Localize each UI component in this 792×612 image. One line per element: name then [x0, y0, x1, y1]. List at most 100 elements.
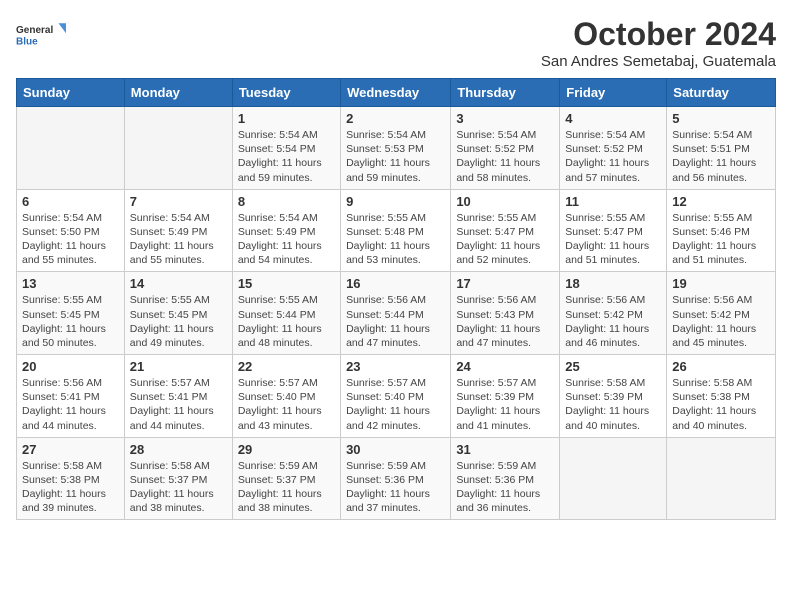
sunrise-text: Sunrise: 5:59 AM [456, 459, 554, 473]
daylight-text: Daylight: 11 hours and 44 minutes. [22, 404, 119, 432]
sunset-text: Sunset: 5:49 PM [130, 225, 227, 239]
sunrise-text: Sunrise: 5:59 AM [346, 459, 445, 473]
daylight-text: Daylight: 11 hours and 51 minutes. [565, 239, 661, 267]
sunrise-text: Sunrise: 5:54 AM [672, 128, 770, 142]
title-block: October 2024 San Andres Semetabaj, Guate… [541, 16, 776, 70]
daylight-text: Daylight: 11 hours and 39 minutes. [22, 487, 119, 515]
day-number: 13 [22, 276, 119, 291]
day-number: 6 [22, 194, 119, 209]
sunset-text: Sunset: 5:38 PM [672, 390, 770, 404]
day-number: 18 [565, 276, 661, 291]
cell-content: Sunrise: 5:54 AM Sunset: 5:52 PM Dayligh… [456, 128, 554, 185]
sunset-text: Sunset: 5:38 PM [22, 473, 119, 487]
cell-content: Sunrise: 5:55 AM Sunset: 5:44 PM Dayligh… [238, 293, 335, 350]
day-number: 16 [346, 276, 445, 291]
calendar-week-row: 13 Sunrise: 5:55 AM Sunset: 5:45 PM Dayl… [17, 272, 776, 355]
sunrise-text: Sunrise: 5:55 AM [672, 211, 770, 225]
sunrise-text: Sunrise: 5:54 AM [238, 128, 335, 142]
day-number: 29 [238, 442, 335, 457]
sunrise-text: Sunrise: 5:59 AM [238, 459, 335, 473]
calendar-week-row: 6 Sunrise: 5:54 AM Sunset: 5:50 PM Dayli… [17, 189, 776, 272]
day-number: 28 [130, 442, 227, 457]
sunset-text: Sunset: 5:44 PM [346, 308, 445, 322]
day-number: 24 [456, 359, 554, 374]
cell-content: Sunrise: 5:55 AM Sunset: 5:47 PM Dayligh… [565, 211, 661, 268]
sunset-text: Sunset: 5:48 PM [346, 225, 445, 239]
calendar-cell: 5 Sunrise: 5:54 AM Sunset: 5:51 PM Dayli… [667, 107, 776, 190]
day-number: 9 [346, 194, 445, 209]
day-number: 15 [238, 276, 335, 291]
cell-content: Sunrise: 5:54 AM Sunset: 5:50 PM Dayligh… [22, 211, 119, 268]
sunset-text: Sunset: 5:37 PM [238, 473, 335, 487]
day-number: 22 [238, 359, 335, 374]
col-friday: Friday [560, 79, 667, 107]
cell-content: Sunrise: 5:57 AM Sunset: 5:39 PM Dayligh… [456, 376, 554, 433]
sunset-text: Sunset: 5:50 PM [22, 225, 119, 239]
sunrise-text: Sunrise: 5:54 AM [238, 211, 335, 225]
cell-content: Sunrise: 5:54 AM Sunset: 5:54 PM Dayligh… [238, 128, 335, 185]
sunrise-text: Sunrise: 5:55 AM [130, 293, 227, 307]
day-number: 2 [346, 111, 445, 126]
sunset-text: Sunset: 5:49 PM [238, 225, 335, 239]
daylight-text: Daylight: 11 hours and 53 minutes. [346, 239, 445, 267]
col-sunday: Sunday [17, 79, 125, 107]
sunset-text: Sunset: 5:52 PM [565, 142, 661, 156]
day-number: 3 [456, 111, 554, 126]
calendar-cell: 30 Sunrise: 5:59 AM Sunset: 5:36 PM Dayl… [341, 437, 451, 520]
sunrise-text: Sunrise: 5:56 AM [22, 376, 119, 390]
calendar-cell: 13 Sunrise: 5:55 AM Sunset: 5:45 PM Dayl… [17, 272, 125, 355]
daylight-text: Daylight: 11 hours and 51 minutes. [672, 239, 770, 267]
calendar-cell: 20 Sunrise: 5:56 AM Sunset: 5:41 PM Dayl… [17, 355, 125, 438]
day-number: 10 [456, 194, 554, 209]
daylight-text: Daylight: 11 hours and 59 minutes. [238, 156, 335, 184]
day-number: 1 [238, 111, 335, 126]
cell-content: Sunrise: 5:54 AM Sunset: 5:49 PM Dayligh… [130, 211, 227, 268]
day-number: 5 [672, 111, 770, 126]
day-number: 30 [346, 442, 445, 457]
calendar-cell: 15 Sunrise: 5:55 AM Sunset: 5:44 PM Dayl… [232, 272, 340, 355]
daylight-text: Daylight: 11 hours and 47 minutes. [456, 322, 554, 350]
day-number: 19 [672, 276, 770, 291]
calendar-cell: 22 Sunrise: 5:57 AM Sunset: 5:40 PM Dayl… [232, 355, 340, 438]
day-number: 21 [130, 359, 227, 374]
day-number: 31 [456, 442, 554, 457]
page-title: October 2024 [541, 16, 776, 53]
calendar-cell: 23 Sunrise: 5:57 AM Sunset: 5:40 PM Dayl… [341, 355, 451, 438]
cell-content: Sunrise: 5:56 AM Sunset: 5:41 PM Dayligh… [22, 376, 119, 433]
sunrise-text: Sunrise: 5:54 AM [346, 128, 445, 142]
cell-content: Sunrise: 5:55 AM Sunset: 5:47 PM Dayligh… [456, 211, 554, 268]
sunrise-text: Sunrise: 5:54 AM [130, 211, 227, 225]
cell-content: Sunrise: 5:56 AM Sunset: 5:42 PM Dayligh… [565, 293, 661, 350]
sunrise-text: Sunrise: 5:55 AM [565, 211, 661, 225]
sunset-text: Sunset: 5:53 PM [346, 142, 445, 156]
calendar-cell: 29 Sunrise: 5:59 AM Sunset: 5:37 PM Dayl… [232, 437, 340, 520]
cell-content: Sunrise: 5:59 AM Sunset: 5:37 PM Dayligh… [238, 459, 335, 516]
cell-content: Sunrise: 5:56 AM Sunset: 5:44 PM Dayligh… [346, 293, 445, 350]
sunrise-text: Sunrise: 5:56 AM [456, 293, 554, 307]
calendar-cell: 6 Sunrise: 5:54 AM Sunset: 5:50 PM Dayli… [17, 189, 125, 272]
sunrise-text: Sunrise: 5:56 AM [672, 293, 770, 307]
day-number: 27 [22, 442, 119, 457]
sunset-text: Sunset: 5:45 PM [130, 308, 227, 322]
sunset-text: Sunset: 5:47 PM [565, 225, 661, 239]
sunrise-text: Sunrise: 5:57 AM [238, 376, 335, 390]
calendar-cell: 8 Sunrise: 5:54 AM Sunset: 5:49 PM Dayli… [232, 189, 340, 272]
sunset-text: Sunset: 5:46 PM [672, 225, 770, 239]
calendar-cell [560, 437, 667, 520]
sunrise-text: Sunrise: 5:55 AM [346, 211, 445, 225]
cell-content: Sunrise: 5:57 AM Sunset: 5:40 PM Dayligh… [238, 376, 335, 433]
sunset-text: Sunset: 5:36 PM [456, 473, 554, 487]
daylight-text: Daylight: 11 hours and 36 minutes. [456, 487, 554, 515]
col-monday: Monday [124, 79, 232, 107]
sunset-text: Sunset: 5:44 PM [238, 308, 335, 322]
sunrise-text: Sunrise: 5:57 AM [346, 376, 445, 390]
calendar-cell: 17 Sunrise: 5:56 AM Sunset: 5:43 PM Dayl… [451, 272, 560, 355]
calendar-week-row: 20 Sunrise: 5:56 AM Sunset: 5:41 PM Dayl… [17, 355, 776, 438]
col-thursday: Thursday [451, 79, 560, 107]
cell-content: Sunrise: 5:58 AM Sunset: 5:38 PM Dayligh… [22, 459, 119, 516]
cell-content: Sunrise: 5:54 AM Sunset: 5:52 PM Dayligh… [565, 128, 661, 185]
sunset-text: Sunset: 5:45 PM [22, 308, 119, 322]
calendar-cell: 26 Sunrise: 5:58 AM Sunset: 5:38 PM Dayl… [667, 355, 776, 438]
calendar-table: Sunday Monday Tuesday Wednesday Thursday… [16, 78, 776, 520]
sunset-text: Sunset: 5:52 PM [456, 142, 554, 156]
